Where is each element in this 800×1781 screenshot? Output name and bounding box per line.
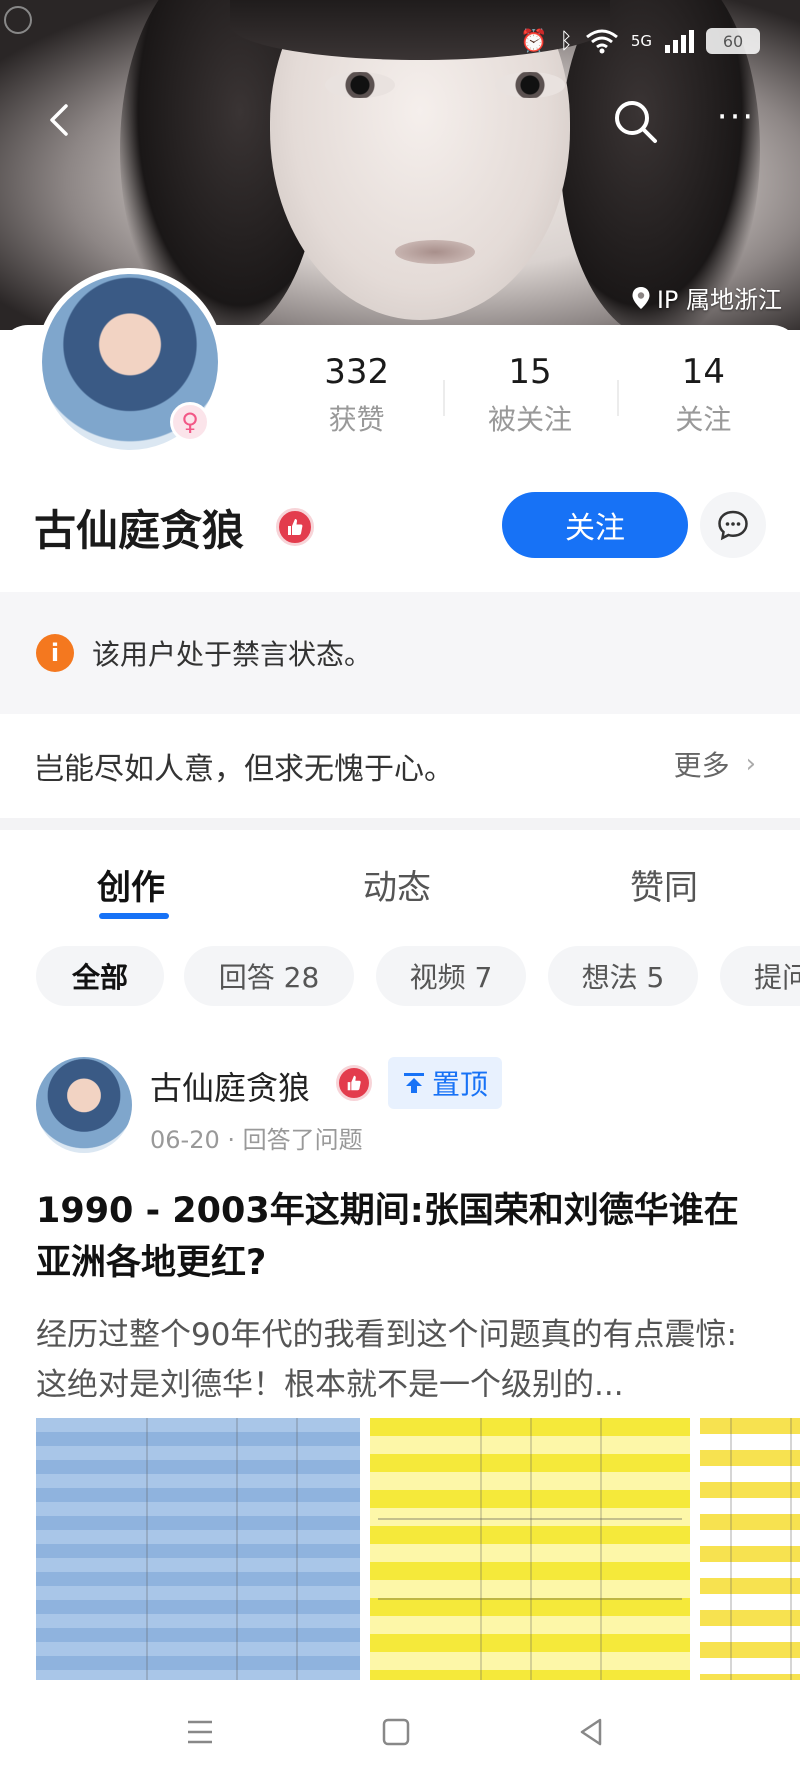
ip-location: IP 属地浙江 bbox=[631, 280, 782, 315]
stat-following[interactable]: 14 关注 bbox=[616, 352, 790, 452]
feed-image-table-3[interactable] bbox=[700, 1418, 800, 1680]
filter-all[interactable]: 全部 bbox=[36, 946, 164, 1006]
signal-icon bbox=[665, 30, 694, 53]
feed-verified-badge-icon bbox=[336, 1065, 372, 1101]
profile-stats: 332 获赞 15 被关注 14 关注 bbox=[270, 352, 790, 452]
filter-answers[interactable]: 回答 28 bbox=[184, 946, 354, 1006]
tab-creation[interactable]: 创作 bbox=[97, 860, 165, 909]
feed-meta: 06-20 · 回答了问题 bbox=[150, 1126, 363, 1154]
feed-image-table-2[interactable] bbox=[370, 1418, 690, 1680]
wifi-icon bbox=[585, 29, 618, 54]
table-grid-line bbox=[600, 1418, 602, 1680]
filter-videos[interactable]: 视频 7 bbox=[376, 946, 526, 1006]
chevron-right-icon: › bbox=[745, 749, 756, 779]
table-grid-line bbox=[146, 1418, 148, 1680]
bio-text: 岂能尽如人意，但求无愧于心。 bbox=[34, 752, 454, 787]
system-nav-bar bbox=[0, 1680, 800, 1781]
feed-image-table-1[interactable] bbox=[36, 1418, 360, 1680]
more-options-button[interactable]: ··· bbox=[708, 100, 764, 144]
ip-location-text: IP 属地浙江 bbox=[656, 286, 782, 314]
home-square-icon[interactable] bbox=[376, 1712, 416, 1752]
notice-text: 该用户处于禁言状态。 bbox=[92, 638, 373, 671]
table-grid-line bbox=[730, 1418, 732, 1680]
stat-followers[interactable]: 15 被关注 bbox=[443, 352, 616, 452]
stat-label: 获赞 bbox=[328, 403, 385, 436]
info-icon: i bbox=[36, 634, 74, 672]
pin-top-icon bbox=[403, 1073, 424, 1093]
gender-female-icon: ♀ bbox=[170, 402, 210, 442]
feed-excerpt[interactable]: 经历过整个90年代的我看到这个问题真的有点震惊:这绝对是刘德华！根本就不是一个级… bbox=[36, 1310, 766, 1410]
stat-value: 14 bbox=[681, 352, 725, 392]
table-grid-line bbox=[378, 1598, 682, 1600]
banner-lips bbox=[395, 240, 475, 264]
table-grid-line bbox=[236, 1418, 238, 1680]
feed-title[interactable]: 1990 - 2003年这期间:张国荣和刘德华谁在亚洲各地更红? bbox=[36, 1185, 766, 1289]
filter-chips: 全部 回答 28 视频 7 想法 5 提问 bbox=[36, 946, 800, 1008]
battery-level: 60 bbox=[722, 31, 744, 51]
filter-questions[interactable]: 提问 bbox=[720, 946, 800, 1006]
filter-thoughts[interactable]: 想法 5 bbox=[548, 946, 698, 1006]
stat-divider bbox=[443, 380, 446, 416]
stat-divider bbox=[616, 380, 619, 416]
message-button[interactable] bbox=[700, 492, 766, 558]
mute-notice: i 该用户处于禁言状态。 bbox=[0, 592, 800, 714]
tab-activity[interactable]: 动态 bbox=[363, 860, 431, 909]
feed-author-name[interactable]: 古仙庭贪狼 bbox=[150, 1063, 310, 1109]
feed-image-strip bbox=[36, 1418, 800, 1680]
table-grid-line bbox=[480, 1418, 482, 1680]
stat-value: 15 bbox=[508, 352, 552, 392]
chat-bubble-icon bbox=[718, 510, 748, 541]
bio-more-link[interactable]: 更多 › bbox=[674, 744, 756, 784]
verified-badge-icon bbox=[276, 508, 314, 546]
table-grid-line bbox=[296, 1418, 298, 1680]
section-divider bbox=[0, 818, 800, 830]
bluetooth-icon: ᛒ bbox=[559, 28, 573, 54]
feed-author-avatar[interactable] bbox=[36, 1057, 132, 1153]
stat-label: 关注 bbox=[675, 403, 732, 436]
back-triangle-icon[interactable] bbox=[572, 1712, 612, 1752]
table-grid-line bbox=[790, 1418, 792, 1680]
pinned-label: 置顶 bbox=[431, 1068, 488, 1101]
status-bar: ⏰ ᛒ 5G 60 bbox=[0, 0, 800, 90]
battery-indicator: 60 bbox=[706, 28, 760, 54]
stat-label: 被关注 bbox=[487, 403, 572, 436]
table-grid-line bbox=[530, 1418, 532, 1680]
alarm-icon: ⏰ bbox=[520, 28, 548, 54]
follow-button[interactable]: 关注 bbox=[502, 492, 688, 558]
bio-section: 岂能尽如人意，但求无愧于心。 更多 › bbox=[0, 714, 800, 818]
pinned-badge: 置顶 bbox=[388, 1057, 502, 1109]
profile-username: 古仙庭贪狼 bbox=[34, 506, 245, 555]
tab-active-indicator bbox=[99, 913, 169, 919]
overlay-circle-icon bbox=[4, 6, 32, 34]
gender-symbol: ♀ bbox=[181, 408, 199, 436]
stat-value: 332 bbox=[324, 352, 390, 392]
thumbs-up-icon bbox=[347, 1075, 361, 1091]
location-pin-icon bbox=[632, 286, 650, 309]
menu-icon[interactable] bbox=[180, 1712, 220, 1752]
more-dots-icon: ··· bbox=[716, 97, 756, 137]
thumbs-up-icon bbox=[288, 519, 303, 535]
bio-more-label: 更多 bbox=[673, 749, 730, 782]
table-grid-line bbox=[378, 1518, 682, 1520]
stat-likes[interactable]: 332 获赞 bbox=[270, 352, 443, 452]
search-button[interactable] bbox=[610, 96, 662, 148]
tab-upvoted[interactable]: 赞同 bbox=[630, 860, 698, 909]
network-type: 5G bbox=[630, 32, 652, 50]
back-arrow-icon[interactable] bbox=[40, 100, 80, 140]
